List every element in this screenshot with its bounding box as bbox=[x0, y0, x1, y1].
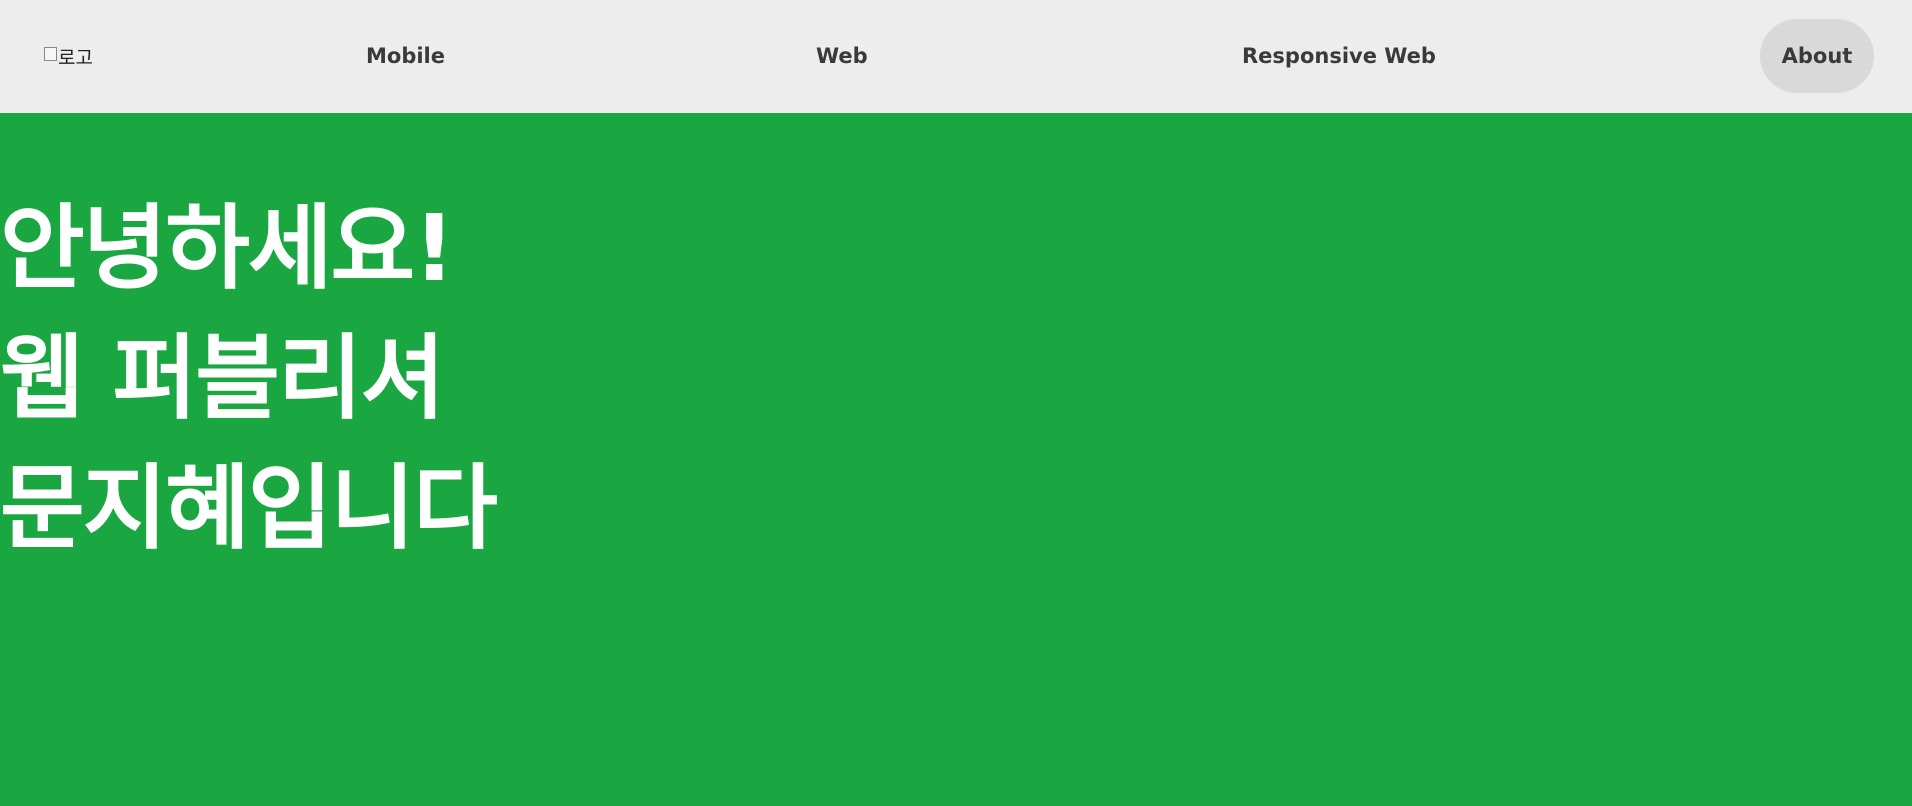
nav-item-responsive-web[interactable]: Responsive Web bbox=[1242, 38, 1436, 74]
nav-item-web[interactable]: Web bbox=[816, 38, 868, 74]
hero-role: 웹 퍼블리셔 bbox=[0, 325, 445, 432]
nav-item-mobile[interactable]: Mobile bbox=[366, 38, 445, 74]
hero-greeting: 안녕하세요! bbox=[0, 195, 455, 302]
broken-image-icon bbox=[44, 47, 57, 61]
logo-alt-text: 로고 bbox=[58, 46, 93, 69]
site-header: 로고 Mobile Web Responsive Web About bbox=[0, 0, 1912, 113]
logo-link[interactable]: 로고 bbox=[44, 43, 93, 69]
nav-item-about[interactable]: About bbox=[1760, 19, 1874, 93]
hero-section: 안녕하세요! 웹 퍼블리셔 문지혜입니다 bbox=[0, 113, 1912, 806]
hero-name: 문지혜입니다 bbox=[0, 455, 498, 562]
